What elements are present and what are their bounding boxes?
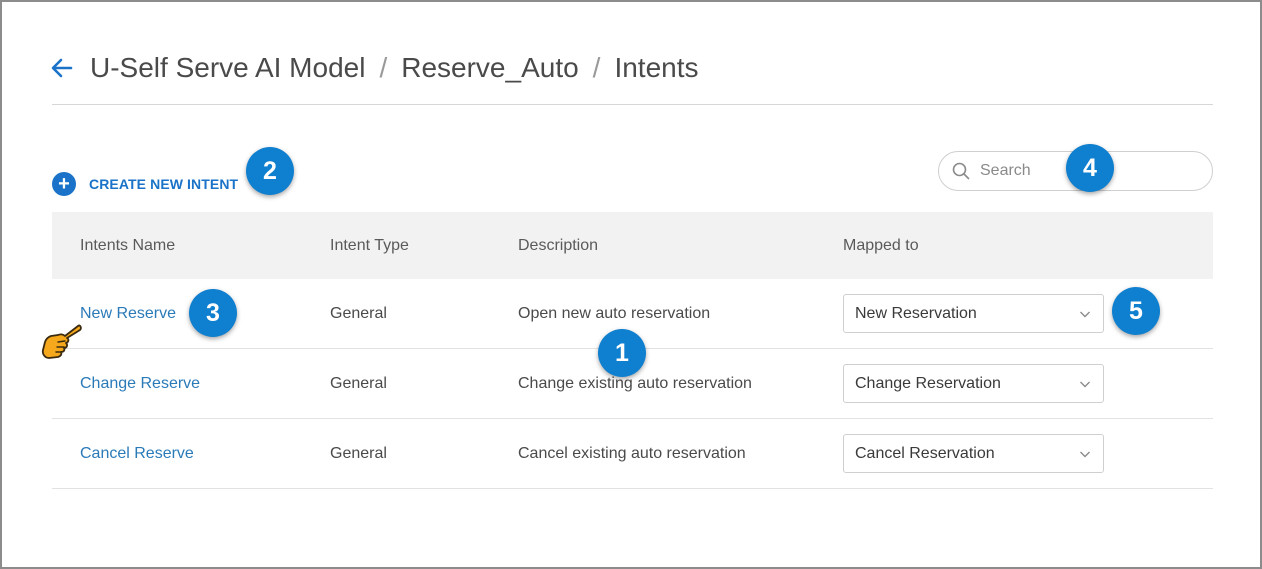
mapped-to-dropdown[interactable]: New Reservation [843, 294, 1104, 333]
pointing-hand-icon [41, 324, 82, 359]
create-new-intent-label: CREATE NEW INTENT [89, 176, 239, 192]
plus-circle-icon: + [52, 172, 76, 196]
column-header-intent-type[interactable]: Intent Type [330, 212, 409, 279]
back-arrow-icon[interactable] [50, 55, 74, 81]
callout-badge-1: 1 [598, 329, 646, 377]
callout-badge-2: 2 [246, 147, 294, 195]
intent-name-link[interactable]: New Reserve [80, 279, 176, 349]
column-header-intents-name[interactable]: Intents Name [80, 212, 175, 279]
callout-badge-3: 3 [189, 289, 237, 337]
create-new-intent-button[interactable]: + CREATE NEW INTENT [52, 172, 238, 196]
callout-badge-4: 4 [1066, 144, 1114, 192]
search-icon [952, 162, 970, 180]
intent-type-cell: General [330, 445, 387, 462]
intent-type-cell: General [330, 375, 387, 392]
intent-type-cell: General [330, 305, 387, 322]
breadcrumb-separator: / [379, 52, 388, 83]
intent-name-link[interactable]: Cancel Reserve [80, 419, 194, 489]
chevron-down-icon [1080, 311, 1090, 318]
chevron-down-icon [1080, 381, 1090, 388]
mapped-to-value: Change Reservation [855, 374, 1001, 392]
breadcrumb-root[interactable]: U-Self Serve AI Model [90, 52, 365, 84]
app-frame: U-Self Serve AI Model / Reserve_Auto / I… [0, 0, 1262, 569]
mapped-to-value: Cancel Reservation [855, 444, 995, 462]
header-divider [52, 104, 1213, 105]
column-header-mapped-to[interactable]: Mapped to [843, 212, 919, 279]
page-title: Intents [614, 52, 699, 83]
column-header-description[interactable]: Description [518, 212, 598, 279]
breadcrumb: U-Self Serve AI Model / Reserve_Auto / I… [90, 50, 699, 86]
callout-badge-5: 5 [1112, 287, 1160, 335]
table-header: Intents Name Intent Type Description Map… [52, 212, 1213, 279]
intent-description-cell: Cancel existing auto reservation [518, 445, 746, 462]
chevron-down-icon [1080, 451, 1090, 458]
mapped-to-dropdown[interactable]: Cancel Reservation [843, 434, 1104, 473]
mapped-to-value: New Reservation [855, 304, 977, 322]
breadcrumb-model[interactable]: Reserve_Auto [401, 52, 578, 84]
breadcrumb-separator: / [592, 52, 601, 83]
table-row: Cancel Reserve General Cancel existing a… [52, 419, 1213, 489]
mapped-to-dropdown[interactable]: Change Reservation [843, 364, 1104, 403]
intent-name-link[interactable]: Change Reserve [80, 349, 200, 419]
